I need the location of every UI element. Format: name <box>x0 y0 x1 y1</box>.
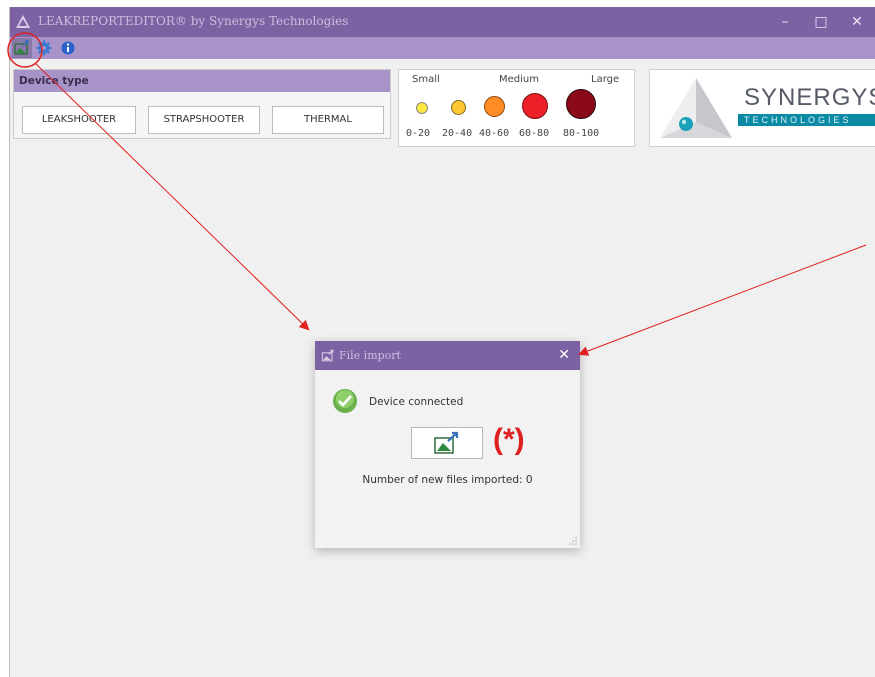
brand-tagline: TECHNOLOGIES <box>738 114 875 126</box>
annotation-marker: (*) <box>493 423 525 456</box>
legend-label-medium: Medium <box>499 74 539 85</box>
legend-range-2: 20-40 <box>442 128 473 139</box>
legend-range-3: 40-60 <box>479 128 510 139</box>
title-bar: LEAKREPORTEDITOR® by Synergys Technologi… <box>10 7 875 37</box>
gear-icon <box>36 40 52 56</box>
file-import-icon <box>434 431 459 454</box>
legend-range-4: 60-80 <box>519 128 550 139</box>
legend-label-small: Small <box>412 74 440 85</box>
thermal-button[interactable]: THERMAL <box>272 106 384 134</box>
toolbar <box>10 37 875 59</box>
leak-size-legend: Small Medium Large 0-20 20-40 40-60 60-8… <box>398 69 635 147</box>
close-window-button[interactable]: ✕ <box>839 7 875 37</box>
legend-dot-60-80 <box>522 93 548 119</box>
minimize-button[interactable]: – <box>767 7 803 37</box>
file-import-button[interactable] <box>12 38 32 58</box>
window-title: LEAKREPORTEDITOR® by Synergys Technologi… <box>38 14 349 28</box>
file-import-icon <box>321 349 334 362</box>
leakshooter-button[interactable]: LEAKSHOOTER <box>22 106 136 134</box>
legend-range-1: 0-20 <box>406 128 431 139</box>
legend-dot-80-100 <box>566 89 596 119</box>
maximize-button[interactable]: □ <box>803 7 839 37</box>
device-type-heading: Device type <box>14 70 390 92</box>
settings-button[interactable] <box>34 38 54 58</box>
check-icon <box>333 389 357 413</box>
legend-dot-20-40 <box>451 100 466 115</box>
synergys-logo-icon <box>660 78 732 138</box>
legend-dot-40-60 <box>484 96 505 117</box>
dialog-title: File import <box>339 349 401 362</box>
dialog-title-bar[interactable]: File import ✕ <box>315 341 580 370</box>
strapshooter-button[interactable]: STRAPSHOOTER <box>148 106 260 134</box>
resize-grip-icon[interactable] <box>569 537 577 545</box>
dialog-close-button[interactable]: ✕ <box>558 347 570 363</box>
legend-dot-0-20 <box>416 102 428 114</box>
device-type-panel: Device type LEAKSHOOTER STRAPSHOOTER THE… <box>13 69 391 139</box>
file-import-dialog: File import ✕ Device connected Number of… <box>315 341 580 548</box>
import-files-button[interactable] <box>411 427 483 459</box>
legend-range-5: 80-100 <box>563 128 600 139</box>
app-logo-icon <box>16 15 30 28</box>
file-import-icon <box>14 40 29 55</box>
about-button[interactable] <box>58 38 78 58</box>
info-icon <box>61 41 75 55</box>
brand-logo-box: SYNERGYS TECHNOLOGIES <box>649 69 875 147</box>
legend-label-large: Large <box>591 74 620 85</box>
device-status: Device connected <box>369 396 464 408</box>
files-imported-count: Number of new files imported: 0 <box>362 474 533 486</box>
brand-name: SYNERGYS <box>744 84 875 111</box>
